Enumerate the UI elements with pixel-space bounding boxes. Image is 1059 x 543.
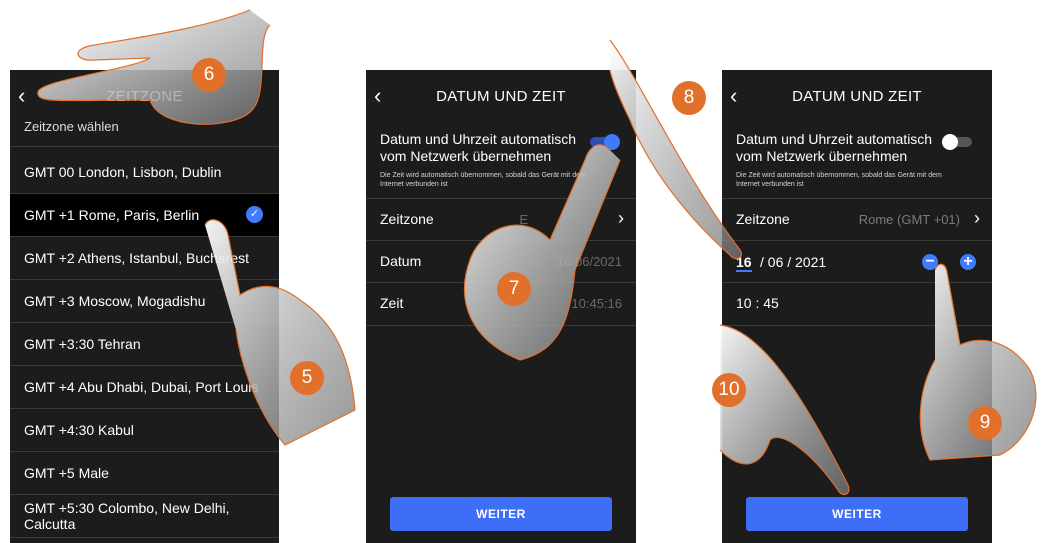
toggle-knob — [942, 134, 958, 150]
date-label: Datum — [380, 253, 422, 269]
timezone-label: Zeitzone — [736, 211, 790, 227]
auto-sync-note: Die Zeit wird automatisch übernommen, so… — [736, 172, 942, 188]
next-button[interactable]: WEITER — [390, 497, 612, 531]
timezone-row[interactable]: Zeitzone Rome (GMT +01) › — [722, 198, 992, 241]
page-title: DATUM UND ZEIT — [792, 88, 922, 105]
auto-sync-toggle[interactable] — [942, 134, 972, 150]
timezone-item-label: GMT +5 Male — [24, 465, 109, 481]
step-badge-5: 5 — [290, 361, 324, 395]
section-subtitle: Zeitzone wählen — [10, 107, 279, 147]
timezone-item[interactable]: GMT +5 Male — [10, 452, 279, 495]
next-button[interactable]: WEITER — [746, 497, 968, 531]
timezone-item-label: GMT +4:30 Kabul — [24, 422, 134, 438]
date-time-screen-auto: ‹ DATUM UND ZEIT Datum und Uhrzeit autom… — [366, 70, 636, 543]
timezone-item-label: GMT +2 Athens, Istanbul, Bucharest — [24, 250, 250, 266]
step-badge-6: 6 — [192, 58, 226, 92]
timezone-item[interactable]: GMT +5:30 Colombo, New Delhi, Calcutta — [10, 495, 279, 538]
timezone-item[interactable]: GMT +4:30 Kabul — [10, 409, 279, 452]
auto-sync-label: Datum und Uhrzeit automatisch vom Netzwe… — [736, 131, 933, 164]
date-time-screen-manual: ‹ DATUM UND ZEIT Datum und Uhrzeit autom… — [722, 70, 992, 543]
step-badge-9: 9 — [968, 406, 1002, 440]
auto-sync-label: Datum und Uhrzeit automatisch vom Netzwe… — [380, 131, 577, 164]
auto-sync-toggle[interactable] — [590, 134, 620, 150]
date-rest: / 06 / 2021 — [760, 254, 827, 270]
timezone-item-label: GMT +5:30 Colombo, New Delhi, Calcutta — [24, 500, 230, 532]
auto-sync-note: Die Zeit wird automatisch übernommen, so… — [380, 172, 586, 188]
toggle-knob — [604, 134, 620, 150]
date-edit-row: 16 / 06 / 2021 − + — [722, 240, 992, 283]
timezone-item[interactable]: GMT +3:30 Tehran — [10, 323, 279, 366]
timezone-item-label: GMT +4 Abu Dhabi, Dubai, Port Louis — [24, 379, 259, 395]
header: ‹ DATUM UND ZEIT — [366, 70, 636, 122]
step-badge-8: 8 — [672, 81, 706, 115]
step-badge-10: 10 — [712, 373, 746, 407]
plus-button[interactable]: + — [960, 254, 976, 270]
checkmark-icon: ✓ — [246, 206, 263, 223]
timezone-item[interactable]: GMT +1 Rome, Paris, Berlin ✓ — [10, 194, 279, 237]
page-title: DATUM UND ZEIT — [436, 88, 566, 105]
timezone-item-label: GMT +1 Rome, Paris, Berlin — [24, 207, 200, 223]
timezone-label: Zeitzone — [380, 211, 434, 227]
timezone-value: E — [519, 212, 528, 227]
timezone-item-label: GMT 00 London, Lisbon, Dublin — [24, 164, 222, 180]
time-value: 10:45:16 — [571, 296, 622, 311]
time-value[interactable]: 10 : 45 — [736, 295, 779, 311]
time-label: Zeit — [380, 295, 404, 311]
timezone-item[interactable]: GMT 00 London, Lisbon, Dublin — [10, 151, 279, 194]
date-day-field[interactable]: 16 — [736, 254, 752, 272]
time-edit-row: 10 : 45 — [722, 282, 992, 326]
chevron-right-icon: › — [618, 208, 624, 228]
timezone-row[interactable]: Zeitzone E › — [366, 198, 636, 241]
timezone-value: Rome (GMT +01) — [858, 212, 960, 227]
timezone-item-label: GMT +3 Moscow, Mogadishu — [24, 293, 206, 309]
timezone-screen: ‹ ZEITZONE Zeitzone wählen GMT 00 London… — [10, 70, 279, 543]
step-badge-7: 7 — [497, 272, 531, 306]
minus-button[interactable]: − — [922, 254, 938, 270]
header: ‹ DATUM UND ZEIT — [722, 70, 992, 122]
page-title: ZEITZONE — [106, 88, 183, 105]
timezone-item[interactable]: GMT +4 Abu Dhabi, Dubai, Port Louis — [10, 366, 279, 409]
date-value: 16/06/2021 — [556, 254, 622, 269]
timezone-item[interactable]: GMT +2 Athens, Istanbul, Bucharest — [10, 237, 279, 280]
timezone-item[interactable]: GMT +3 Moscow, Mogadishu — [10, 280, 279, 323]
timezone-item-label: GMT +3:30 Tehran — [24, 336, 141, 352]
chevron-right-icon: › — [974, 208, 980, 228]
